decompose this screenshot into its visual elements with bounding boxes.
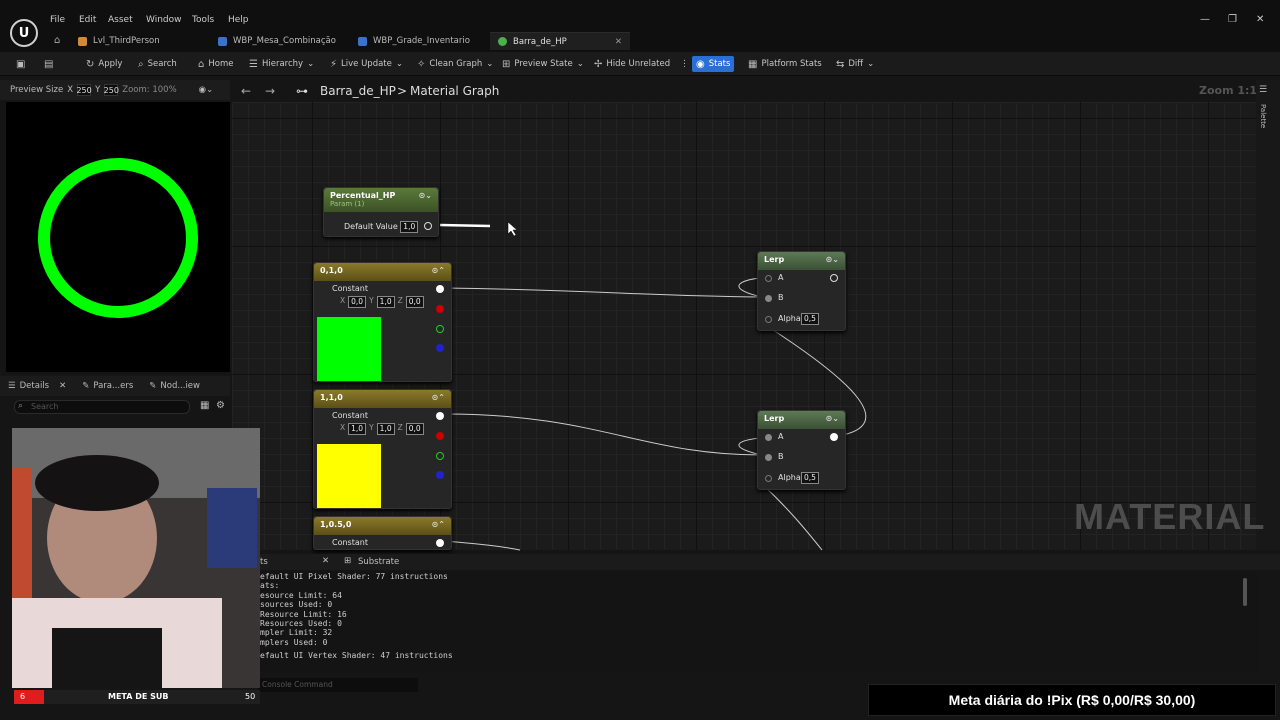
constant-z-input[interactable]: 0,0	[405, 423, 424, 435]
constant-z-input[interactable]: 0,0	[405, 296, 424, 308]
stats-line: sources Used: 0	[260, 600, 333, 610]
wire-param-drag	[439, 223, 491, 228]
stats-line: efault UI Pixel Shader: 77 instructions	[260, 572, 448, 581]
lerp-input-pin-alpha[interactable]	[765, 475, 772, 482]
param-node-header[interactable]: Percentual_HP Param (1) ⊙⌄	[324, 188, 438, 212]
sub-goal-current: 6	[20, 692, 26, 701]
substrate-icon: ⊞	[344, 556, 352, 566]
param-node[interactable]: Percentual_HP Param (1) ⊙⌄ Default Value…	[323, 187, 439, 237]
lerp-input-pin-a[interactable]	[765, 275, 772, 282]
constant-node-title: 0,1,0	[320, 266, 343, 275]
constant-node-header[interactable]: 1,0.5,0 ⊙⌃	[314, 517, 451, 535]
lerp-node-title: Lerp	[764, 414, 785, 423]
stats-line: mplers Used: 0	[260, 637, 328, 647]
tab-substrate[interactable]: Substrate	[358, 557, 399, 567]
lerp-alpha-input[interactable]: 0,5	[801, 472, 819, 484]
node-collapse-icon[interactable]: ⊙⌄	[826, 255, 839, 264]
stats-scrollbar[interactable]	[1243, 578, 1247, 606]
constant-color-swatch	[317, 444, 381, 508]
output-pin-rgb[interactable]	[436, 539, 444, 547]
node-collapse-icon[interactable]: ⊙⌃	[432, 393, 445, 402]
stats-tab-bar: ts ✕ ⊞ Substrate	[258, 554, 1280, 570]
lerp-alpha-label: Alpha	[778, 473, 801, 482]
console-command-input[interactable]: Console Command	[258, 678, 418, 692]
lerp-input-pin-b[interactable]	[765, 295, 772, 302]
constant-node-title: 1,1,0	[320, 393, 343, 402]
output-pin-b[interactable]	[436, 471, 444, 479]
stats-line: Resource Limit: 16	[260, 609, 347, 619]
lerp-a-label: A	[778, 432, 784, 441]
sub-goal-target: 50	[245, 692, 256, 701]
lerp-node-2[interactable]: Lerp ⊙⌄ A B Alpha 0,5	[757, 410, 846, 490]
output-pin-g[interactable]	[436, 325, 444, 333]
pix-goal-banner: Meta diária do !Pix (R$ 0,00/R$ 30,00)	[868, 684, 1276, 716]
constant-color-swatch	[317, 317, 381, 381]
stats-output: efault UI Pixel Shader: 77 instructions …	[258, 572, 1258, 672]
lerp-input-pin-b[interactable]	[765, 454, 772, 461]
lerp-output-pin[interactable]	[830, 433, 838, 441]
param-output-pin[interactable]	[424, 222, 432, 230]
constant-label: Constant	[332, 411, 368, 420]
node-collapse-icon[interactable]: ⊙⌃	[432, 520, 445, 529]
default-value-input[interactable]: 1,0	[400, 221, 419, 233]
node-collapse-icon[interactable]: ⊙⌄	[826, 414, 839, 423]
output-pin-rgb[interactable]	[436, 285, 444, 293]
pix-goal-text: Meta diária do !Pix (R$ 0,00/R$ 30,00)	[948, 692, 1196, 708]
sub-goal-label: META DE SUB	[108, 692, 169, 701]
constant-y-input[interactable]: 1,0	[376, 423, 395, 435]
sub-goal-fill	[14, 690, 44, 704]
lerp-b-label: B	[778, 293, 784, 302]
lerp-input-pin-a[interactable]	[765, 434, 772, 441]
default-value-label: Default Value	[344, 222, 398, 231]
constant-xyz-row: X 1,0 Y 1,0 Z 0,0	[340, 423, 424, 435]
node-collapse-icon[interactable]: ⊙⌄	[419, 191, 432, 200]
stats-line: ats:	[260, 581, 280, 591]
stats-line: Resources Used: 0	[260, 619, 342, 629]
lerp-node-1[interactable]: Lerp ⊙⌄ A B Alpha 0,5	[757, 251, 846, 331]
constant-node-header[interactable]: 1,1,0 ⊙⌃	[314, 390, 451, 408]
lerp-b-label: B	[778, 452, 784, 461]
lerp-output-pin[interactable]	[830, 274, 838, 282]
sub-goal-bar: 6 META DE SUB 50	[14, 690, 260, 704]
constant-label: Constant	[332, 284, 368, 293]
output-pin-r[interactable]	[436, 305, 444, 313]
stats-line: esource Limit: 64	[260, 590, 342, 600]
lerp-input-pin-alpha[interactable]	[765, 316, 772, 323]
param-node-subtitle: Param (1)	[330, 200, 365, 208]
close-tab-icon[interactable]: ✕	[322, 556, 329, 566]
webcam-image	[12, 428, 260, 688]
output-pin-g[interactable]	[436, 452, 444, 460]
stats-line: efault UI Vertex Shader: 47 instructions	[260, 651, 453, 661]
constant-label: Constant	[332, 538, 368, 547]
wire-lerp2-out	[763, 485, 823, 551]
output-pin-b[interactable]	[436, 344, 444, 352]
lerp-node-title: Lerp	[764, 255, 785, 264]
constant3-node-orange[interactable]: 1,0.5,0 ⊙⌃ Constant	[313, 516, 452, 550]
node-collapse-icon[interactable]: ⊙⌃	[432, 266, 445, 275]
output-pin-rgb[interactable]	[436, 412, 444, 420]
constant-x-input[interactable]: 1,0	[348, 423, 367, 435]
material-watermark: MATERIAL	[1074, 496, 1266, 537]
constant-node-title: 1,0.5,0	[320, 520, 352, 529]
wire-c3	[443, 540, 521, 551]
mouse-cursor-icon	[507, 221, 518, 237]
param-node-title: Percentual_HP	[330, 191, 396, 200]
constant3-node-yellow[interactable]: 1,1,0 ⊙⌃ Constant X 1,0 Y 1,0 Z 0,0	[313, 389, 452, 509]
wire-c2-to-lerp2-b	[443, 413, 763, 456]
constant3-node-green[interactable]: 0,1,0 ⊙⌃ Constant X 0,0 Y 1,0 Z 0,0	[313, 262, 452, 382]
constant-x-input[interactable]: 0,0	[348, 296, 367, 308]
lerp-alpha-input[interactable]: 0,5	[801, 313, 819, 325]
webcam-overlay	[12, 428, 260, 688]
constant-y-input[interactable]: 1,0	[376, 296, 395, 308]
lerp-node-header[interactable]: Lerp ⊙⌄	[758, 252, 845, 270]
output-pin-r[interactable]	[436, 432, 444, 440]
wire-c1-to-lerp1-b	[443, 287, 763, 298]
lerp-a-label: A	[778, 273, 784, 282]
stats-line: mpler Limit: 32	[260, 628, 333, 638]
constant-xyz-row: X 0,0 Y 1,0 Z 0,0	[340, 296, 424, 308]
lerp-node-header[interactable]: Lerp ⊙⌄	[758, 411, 845, 429]
tab-stats[interactable]: ts	[260, 557, 268, 567]
lerp-alpha-label: Alpha	[778, 314, 801, 323]
constant-node-header[interactable]: 0,1,0 ⊙⌃	[314, 263, 451, 281]
